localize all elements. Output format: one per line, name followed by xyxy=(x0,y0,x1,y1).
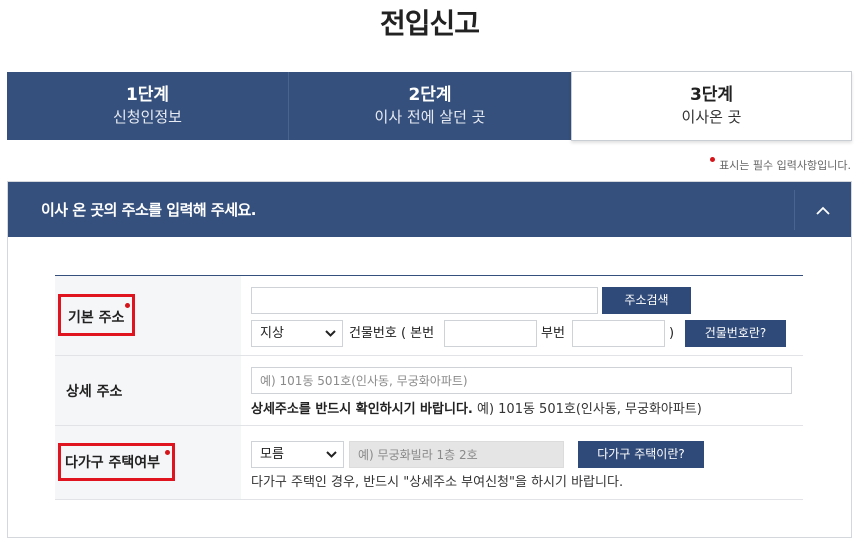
form-row-detail-address: 상세 주소 상세주소를 반드시 확인하시기 바랍니다. 예) 101동 501호… xyxy=(55,356,803,426)
address-panel: 이사 온 곳의 주소를 입력해 주세요. 기본 주소 주소검색 지상 건물번호 … xyxy=(7,181,852,538)
building-no-help-button[interactable]: 건물번호란? xyxy=(685,320,786,347)
panel-title: 이사 온 곳의 주소를 입력해 주세요. xyxy=(41,201,257,219)
detail-address-label: 상세 주소 xyxy=(66,383,123,400)
page-title: 전입신고 xyxy=(379,7,480,40)
panel-header: 이사 온 곳의 주소를 입력해 주세요. xyxy=(8,182,851,237)
step-3-desc: 이사온 곳 xyxy=(681,108,742,126)
multi-household-select[interactable]: 모름 xyxy=(251,441,344,468)
chevron-down-icon xyxy=(325,330,336,337)
step-3-tab-active[interactable]: 3단계 이사온 곳 xyxy=(571,71,852,141)
building-no-label: 건물번호 ( 본번 xyxy=(349,326,435,341)
chevron-down-icon xyxy=(326,451,337,458)
detail-address-notice-bold: 상세주소를 반드시 확인하시기 바랍니다. xyxy=(251,402,473,417)
step-1-number: 1단계 xyxy=(125,85,170,105)
multi-household-help-button[interactable]: 다가구 주택이란? xyxy=(578,441,704,468)
input-cell-detail-address: 상세주소를 반드시 확인하시기 바랍니다. 예) 101동 501호(인사동, … xyxy=(241,356,803,425)
step-1-desc: 신청인정보 xyxy=(112,108,182,126)
step-2-desc: 이사 전에 살던 곳 xyxy=(374,108,486,126)
required-highlight-box xyxy=(58,443,175,481)
main-no-input[interactable] xyxy=(444,320,537,347)
label-cell-multi-household: 다가구 주택여부 xyxy=(55,426,241,499)
land-type-select[interactable]: 지상 xyxy=(251,320,343,347)
label-cell-basic-address: 기본 주소 xyxy=(55,276,241,355)
required-highlight-box xyxy=(58,294,135,336)
address-form: 기본 주소 주소검색 지상 건물번호 ( 본번 부번 ) 건물번호란? 상세 주… xyxy=(55,275,803,500)
sub-no-label: 부번 xyxy=(541,326,565,341)
basic-address-input[interactable] xyxy=(251,287,598,314)
form-row-multi-household: 다가구 주택여부 모름 다가구 주택이란? 다가구 주택인 경우, 반드시 "상… xyxy=(55,426,803,500)
collapse-button[interactable] xyxy=(794,190,851,230)
input-cell-basic-address: 주소검색 지상 건물번호 ( 본번 부번 ) 건물번호란? xyxy=(241,276,803,355)
step-3-number: 3단계 xyxy=(689,85,734,105)
detail-address-input[interactable] xyxy=(251,367,792,394)
close-paren: ) xyxy=(669,326,675,341)
multi-household-value: 모름 xyxy=(260,447,284,462)
required-note: 표시는 필수 입력사항입니다. xyxy=(710,157,851,173)
step-2-number: 2단계 xyxy=(408,85,452,105)
required-dot-icon xyxy=(165,450,170,455)
sub-no-input[interactable] xyxy=(572,320,665,347)
required-dot-icon xyxy=(125,303,130,308)
detail-address-notice: 상세주소를 반드시 확인하시기 바랍니다. 예) 101동 501호(인사동, … xyxy=(251,398,702,417)
label-cell-detail-address: 상세 주소 xyxy=(55,356,241,425)
input-cell-multi-household: 모름 다가구 주택이란? 다가구 주택인 경우, 반드시 "상세주소 부여신청"… xyxy=(241,426,803,499)
required-dot-icon xyxy=(710,157,716,162)
land-type-value: 지상 xyxy=(260,326,284,341)
multi-household-notice: 다가구 주택인 경우, 반드시 "상세주소 부여신청"을 하시기 바랍니다. xyxy=(251,475,624,490)
address-search-button[interactable]: 주소검색 xyxy=(602,287,691,314)
detail-address-notice-example: 예) 101동 501호(인사동, 무궁화아파트) xyxy=(476,402,702,417)
required-note-text: 표시는 필수 입력사항입니다. xyxy=(719,159,851,172)
step-progress: 1단계 신청인정보 2단계 이사 전에 살던 곳 3단계 이사온 곳 xyxy=(7,71,852,141)
chevron-up-icon xyxy=(816,206,830,215)
multi-household-detail-input xyxy=(349,441,564,468)
form-row-basic-address: 기본 주소 주소검색 지상 건물번호 ( 본번 부번 ) 건물번호란? xyxy=(55,276,803,356)
step-2-tab[interactable]: 2단계 이사 전에 살던 곳 xyxy=(289,72,571,140)
step-1-tab[interactable]: 1단계 신청인정보 xyxy=(7,72,289,140)
